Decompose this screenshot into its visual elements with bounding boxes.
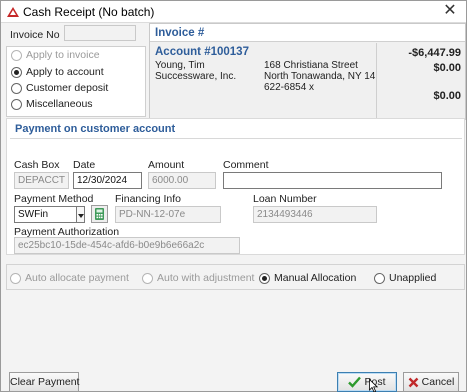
title-bar: Cash Receipt (No batch) ✕	[1, 1, 466, 23]
radio-label: Unapplied	[389, 272, 437, 284]
account-title: Account #100137	[155, 46, 249, 58]
calculator-icon	[95, 208, 104, 220]
radio-button	[11, 66, 22, 78]
invoice-header: Invoice #	[150, 24, 465, 42]
radio-label: Manual Allocation	[274, 272, 357, 284]
post-button[interactable]: Post	[337, 372, 397, 392]
radio-button	[142, 272, 153, 284]
payment-authorization-input[interactable]: ec25bc10-15de-454c-afd6-b0e9b6e66a2c	[14, 237, 240, 254]
radio-label: Auto allocate payment	[25, 272, 129, 284]
radio-apply-to-invoice[interactable]: Apply to invoice	[11, 48, 100, 62]
invoice-no-input[interactable]	[64, 25, 136, 41]
clear-payment-label: Clear Payment	[10, 376, 80, 388]
section-divider	[10, 138, 462, 139]
radio-label: Customer deposit	[26, 82, 109, 94]
comment-input[interactable]	[223, 172, 442, 189]
x-icon	[408, 377, 419, 388]
radio-manual-allocation[interactable]: Manual Allocation	[259, 271, 356, 285]
radio-apply-to-account[interactable]: Apply to account	[11, 65, 104, 79]
radio-button	[11, 49, 22, 61]
radio-label: Apply to invoice	[26, 49, 100, 61]
payment-method-label: Payment Method	[14, 193, 94, 205]
payment-section-title: Payment on customer account	[15, 123, 176, 135]
invoice-panel: Invoice # Account #100137 Young, Tim Suc…	[149, 23, 466, 120]
clear-payment-button[interactable]: Clear Payment	[9, 372, 79, 392]
amount-line-3: $0.00	[433, 90, 461, 102]
radio-label: Apply to account	[26, 66, 104, 78]
radio-auto-with-adjustment[interactable]: Auto with adjustment	[142, 271, 254, 285]
radio-label: Miscellaneous	[26, 98, 93, 110]
close-icon[interactable]: ✕	[440, 2, 460, 22]
amount-label: Amount	[148, 159, 185, 171]
date-input[interactable]: 12/30/2024	[73, 172, 142, 189]
loan-number-input[interactable]: 2134493446	[253, 206, 377, 223]
bottom-area	[1, 290, 466, 370]
customer-name: Young, Tim	[155, 60, 205, 71]
customer-company: Successware, Inc.	[155, 71, 237, 82]
balance-amount: -$6,447.99	[408, 47, 461, 59]
address-city: North Tonawanda, NY 1412	[264, 71, 387, 82]
radio-customer-deposit[interactable]: Customer deposit	[11, 81, 108, 95]
window-title: Cash Receipt (No batch)	[23, 5, 155, 19]
radio-auto-allocate[interactable]: Auto allocate payment	[10, 271, 129, 285]
financing-info-input[interactable]: PD-NN-12-07e	[115, 206, 221, 223]
invoice-no-label: Invoice No	[10, 29, 60, 41]
address-phone: 622-6854 x	[264, 82, 315, 93]
cancel-button[interactable]: Cancel	[403, 372, 459, 392]
cash-box-label: Cash Box	[14, 159, 60, 171]
radio-unapplied[interactable]: Unapplied	[374, 271, 436, 285]
financing-info-label: Financing Info	[115, 193, 181, 205]
date-label: Date	[73, 159, 96, 171]
calculator-button[interactable]	[91, 205, 108, 223]
invoice-title: Invoice #	[155, 27, 205, 39]
radio-button	[11, 98, 22, 110]
radio-button	[11, 82, 22, 94]
radio-button	[259, 272, 270, 284]
radio-label: Auto with adjustment	[157, 272, 255, 284]
cash-box-input[interactable]: DEPACCT	[14, 172, 69, 189]
amount-line-2: $0.00	[433, 62, 461, 74]
comment-label: Comment	[223, 159, 269, 171]
mouse-cursor-icon	[369, 379, 379, 392]
chevron-down-icon[interactable]	[77, 206, 85, 223]
cancel-label: Cancel	[421, 376, 455, 388]
radio-button	[10, 272, 21, 284]
amount-box: -$6,447.99 $0.00 $0.00	[376, 43, 465, 119]
radio-miscellaneous[interactable]: Miscellaneous	[11, 97, 93, 111]
app-icon	[7, 7, 19, 17]
address-street: 168 Christiana Street	[264, 60, 358, 71]
amount-input[interactable]: 6000.00	[148, 172, 216, 189]
checkmark-icon	[348, 376, 362, 388]
loan-number-label: Loan Number	[253, 193, 317, 205]
radio-button	[374, 272, 385, 284]
payment-method-select[interactable]: SWFin	[14, 206, 77, 223]
cash-receipt-window: Cash Receipt (No batch) ✕ Invoice No App…	[0, 0, 467, 392]
